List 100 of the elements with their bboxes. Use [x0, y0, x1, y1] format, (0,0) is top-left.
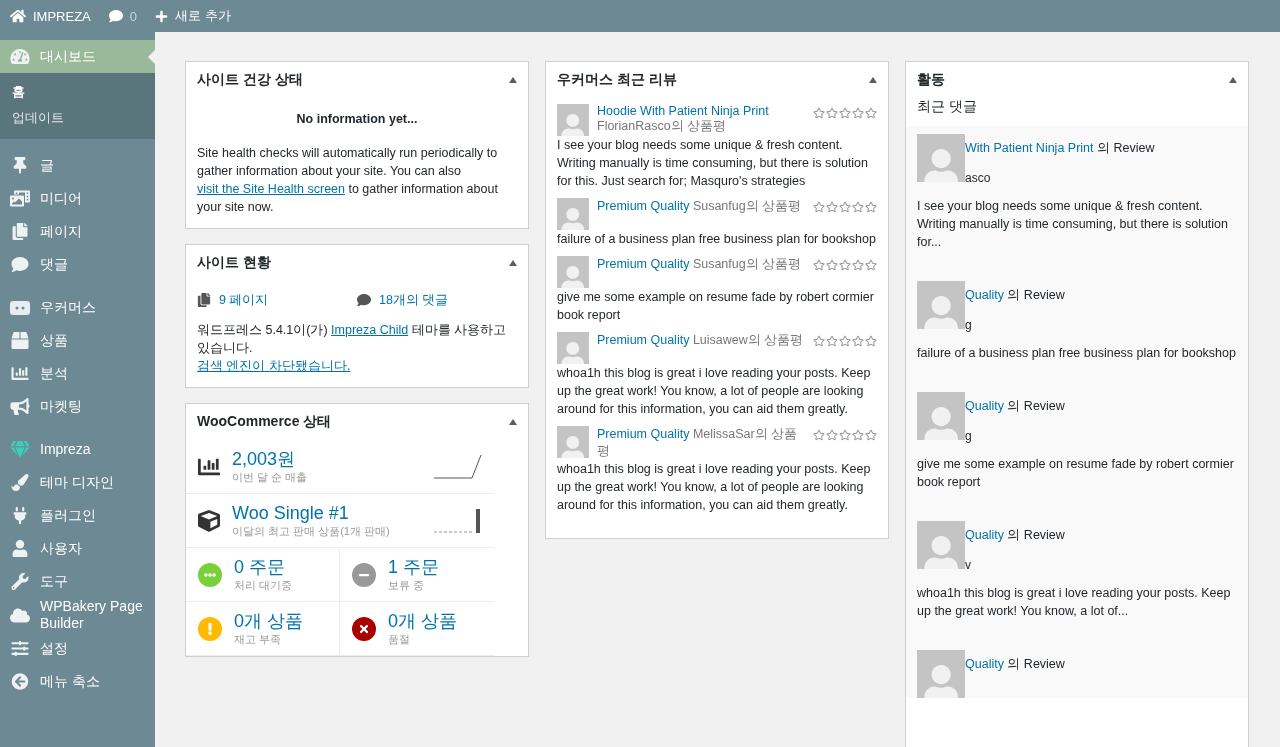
menu-item[interactable]: WPBakery Page Builder [0, 598, 155, 632]
tile-value: 0개 상품 [388, 610, 457, 632]
menu-item[interactable]: 글 [0, 149, 155, 182]
star-icon [839, 201, 851, 213]
menu-item[interactable]: 테마 디자인 [0, 466, 155, 499]
new-content-link[interactable]: 새로 추가 [155, 7, 231, 25]
home-icon [10, 8, 26, 24]
comments-link[interactable]: 18개의 댓글 [357, 291, 517, 309]
minus-icon [352, 562, 376, 587]
review-heading: Premium Quality Susanfug의 상품평 [597, 256, 803, 273]
menu-item[interactable]: 분석 [0, 357, 155, 390]
star-icon [852, 335, 864, 347]
avatar [557, 256, 589, 288]
pages-icon [10, 223, 30, 240]
star-icon [852, 201, 864, 213]
sales-value[interactable]: 2,003원 [232, 448, 422, 470]
star-icon [813, 107, 825, 119]
tile-label: 품절 [388, 632, 411, 647]
collapse-toggle-icon[interactable] [869, 77, 877, 83]
review-text: failure of a business plan free business plan for bookshop [557, 231, 877, 248]
avatar [557, 104, 589, 136]
top-seller-label: 이달의 최고 판매 상품(1개 판매) [232, 524, 391, 539]
star-icon [839, 335, 851, 347]
tile-label: 보류 중 [388, 578, 426, 593]
pages-link[interactable]: 9 페이지 [197, 291, 357, 309]
submenu-item[interactable]: 업데이트 [0, 105, 155, 131]
current-pointer-icon [148, 50, 155, 64]
search-engine-link[interactable]: 검색 엔진이 차단됐습니다. [197, 359, 351, 373]
comment-heading: Quality 의 Review [965, 398, 1065, 415]
site-name-link[interactable]: IMPREZA [10, 8, 91, 24]
collapse-toggle-icon[interactable] [509, 419, 517, 425]
description-text: Site health checks will automatically run periodically to gather information about your site. You can also visit the Site Health screen to gather information about your site now. [197, 145, 499, 216]
comment-heading: With Patient Ninja Print 의 Review [965, 140, 1155, 157]
site-health-link[interactable]: visit the Site Health screen [197, 182, 345, 196]
comment-text: whoa1h this blog is great i love reading your posts. Keep up the great work! You know, a lot of... [917, 585, 1232, 620]
comment-text: I see your blog needs some unique & fresh content. Writing manually is time consuming, but there is solution for... [917, 198, 1230, 251]
sliders-icon [10, 640, 30, 657]
star-icon [813, 429, 825, 441]
tile-value: 0 주문 [234, 556, 286, 578]
star-icon [852, 107, 864, 119]
menu-item[interactable]: 상품 [0, 324, 155, 357]
collapse-toggle-icon[interactable] [1229, 77, 1237, 83]
panel-title: 활동 [917, 71, 945, 89]
ellipsis-icon [198, 562, 222, 587]
status-tile[interactable]: 1 주문 보류 중 [340, 548, 494, 602]
menu-item[interactable]: 도구 [0, 565, 155, 598]
collapse-toggle-icon[interactable] [509, 77, 517, 83]
theme-link[interactable]: Impreza Child [331, 323, 409, 337]
tile-value: 1 주문 [388, 556, 439, 578]
review-heading: Premium Quality MelissaSar의 상품평 [597, 426, 799, 460]
comments-link[interactable]: 0 [108, 8, 138, 24]
wrench-icon [10, 573, 30, 590]
star-icon [839, 429, 851, 441]
menu-item[interactable]: 미디어 [0, 182, 155, 215]
box-icon [10, 332, 30, 349]
star-icon [813, 201, 825, 213]
menu-item[interactable]: 페이지 [0, 215, 155, 248]
menu-item[interactable]: 설정 [0, 632, 155, 665]
star-icon [826, 107, 838, 119]
star-icon [865, 259, 877, 271]
star-icon [865, 201, 877, 213]
menu-item[interactable]: 플러그인 [0, 499, 155, 532]
menu-item[interactable]: 메뉴 축소 [0, 665, 155, 698]
star-icon [865, 335, 877, 347]
comment-icon [10, 256, 30, 273]
status-tile[interactable]: 0개 상품 재고 부족 [186, 602, 340, 656]
collapse-toggle-icon[interactable] [509, 260, 517, 266]
status-tile[interactable]: 0 주문 처리 대기중 [186, 548, 340, 602]
section-title: 최근 댓글 [916, 98, 978, 116]
brush-icon [10, 474, 30, 491]
media-icon [10, 190, 30, 207]
menu-item[interactable]: 우커머스 [0, 291, 155, 324]
star-icon [826, 429, 838, 441]
avatar [557, 198, 589, 230]
cloud-icon [10, 606, 30, 624]
gem-icon [10, 441, 30, 458]
menu-item[interactable]: 사용자 [0, 532, 155, 565]
menu-item[interactable]: 댓글 [0, 248, 155, 281]
menu-item[interactable]: 대시보드 [0, 40, 155, 73]
comment-heading: Quality 의 Review [965, 287, 1065, 304]
panel-title: 사이트 건강 상태 [197, 71, 303, 89]
menu-item[interactable]: 마켓팅 [0, 390, 155, 423]
collapse-icon [10, 673, 30, 690]
review-text: I see your blog needs some unique & fresh content. Writing manually is time consuming, but there is solution for this. Just search for; Masquro's strategies [557, 137, 870, 190]
top-seller-value[interactable]: Woo Single #1 [232, 502, 422, 524]
menu-item[interactable]: Impreza [0, 433, 155, 466]
dashboard-icon [10, 48, 30, 65]
submenu-item[interactable]: 홈 [0, 79, 155, 105]
woo-icon [10, 300, 30, 315]
comment-text: failure of a business plan free business plan for bookshop [917, 345, 1237, 362]
status-text: No information yet... [295, 111, 419, 128]
tile-label: 재고 부족 [234, 632, 283, 647]
review-heading: Premium Quality Susanfug의 상품평 [597, 198, 803, 215]
avatar [557, 426, 589, 458]
version-text: 워드프레스 5.4.1이(가) Impreza Child 테마를 사용하고 있습니다. [197, 322, 508, 357]
box-icon [198, 509, 220, 532]
pages-icon [197, 293, 211, 307]
status-tile[interactable]: 0개 상품 품절 [340, 602, 494, 656]
comment-text: give me some example on resume fade by robert cormier book report [917, 456, 1235, 491]
star-icon [839, 259, 851, 271]
